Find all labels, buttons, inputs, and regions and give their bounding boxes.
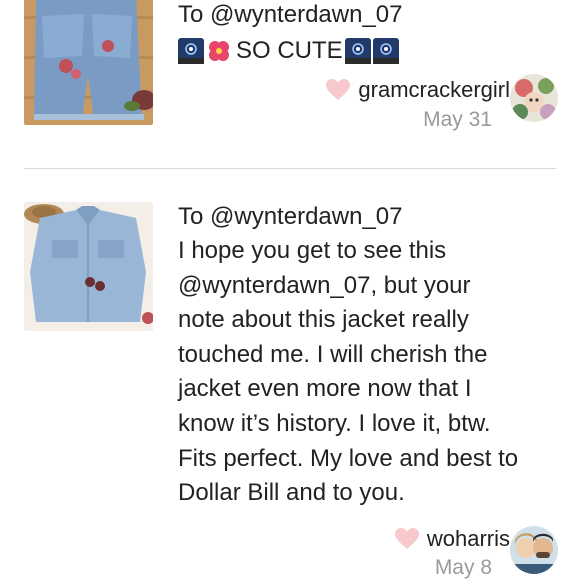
listing-thumbnail-jacket[interactable]: [24, 202, 153, 331]
fireworks-icon: [372, 38, 399, 64]
avatar-image: [510, 74, 558, 122]
message-line: jacket even more now that I: [178, 375, 472, 403]
message-text: SO CUTE: [236, 37, 343, 64]
listing-thumbnail-shorts[interactable]: [24, 0, 153, 125]
heart-icon[interactable]: [326, 79, 351, 101]
note-date: May 31: [423, 108, 492, 131]
note-signer: woharris: [394, 526, 510, 552]
recipient-line: To @wynterdawn_07: [178, 1, 403, 28]
note-divider: [24, 168, 556, 169]
fireworks-icon: [344, 38, 371, 64]
note-date: May 8: [434, 556, 492, 579]
username-link[interactable]: gramcrackergirl: [358, 77, 510, 103]
message-line: Fits perfect. My love and best to: [178, 444, 519, 472]
shorts-photo: [24, 0, 153, 125]
message-line: know it’s history. I love it, btw.: [178, 409, 491, 437]
message-line: I hope you get to see this: [178, 237, 447, 264]
note-message: I hope you get to see this @wynterdawn_0…: [178, 234, 558, 511]
note-signer: gramcrackergirl: [326, 77, 510, 103]
message-line: touched me. I will cherish the: [178, 340, 488, 368]
hibiscus-icon: [209, 41, 229, 61]
note-item: To @wynterdawn_07 SO CUTE gramcrackergir…: [0, 0, 580, 146]
username-link[interactable]: woharris: [427, 526, 510, 552]
message-line: note about this jacket really: [178, 306, 469, 334]
note-item: To @wynterdawn_07 I hope you get to see …: [0, 196, 580, 586]
message-line: @wynterdawn_07, but your: [178, 271, 471, 299]
jacket-photo: [24, 202, 153, 331]
avatar-image: [510, 526, 558, 574]
heart-icon[interactable]: [394, 528, 419, 550]
message-line: Dollar Bill and to you.: [178, 479, 405, 507]
note-message: SO CUTE: [178, 34, 558, 68]
avatar[interactable]: [510, 526, 558, 574]
fireworks-icon: [178, 38, 204, 64]
avatar[interactable]: [510, 74, 558, 122]
recipient-line: To @wynterdawn_07: [178, 203, 403, 230]
